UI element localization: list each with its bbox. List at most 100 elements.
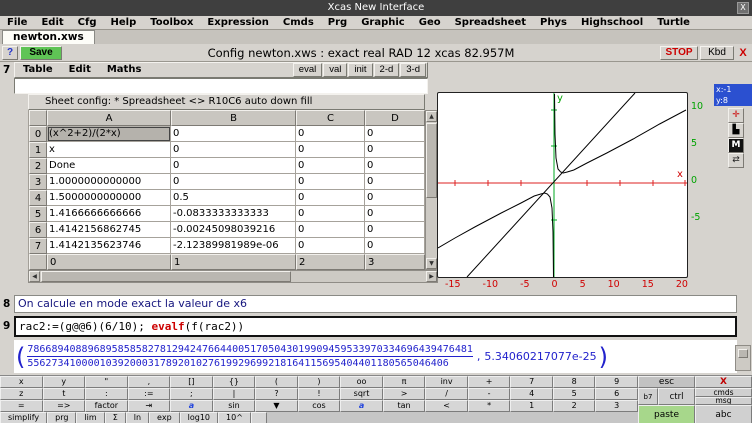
menu-item[interactable]: Expression [200,16,275,29]
save-button[interactable]: Save [20,46,62,60]
zoom-mode-icon[interactable]: ▙ [728,123,744,138]
command-entry[interactable]: rac2:=(g@@6)(6/10); evalf(f(rac2)) [14,316,737,337]
cmds-key[interactable]: cmds [695,388,752,397]
cell-a[interactable]: 1.5000000000000 [47,190,171,206]
sheet-menu-item[interactable]: Table [15,63,61,77]
keyboard-key[interactable]: / [425,388,468,400]
keyboard-key[interactable]: cos [298,400,341,412]
cell-b[interactable]: 0 [171,142,296,158]
graph-menu-button[interactable]: M [728,138,744,153]
cell-d[interactable]: 0 [365,174,425,190]
cell-c[interactable]: 0 [296,206,365,222]
cell-c[interactable]: 0 [296,238,365,254]
sheet-toolbar-button[interactable]: init [348,63,372,77]
keyboard-key[interactable]: 9 [595,376,638,388]
keyboard-key[interactable]: 4 [510,388,553,400]
keyboard-key[interactable]: simplify [0,412,47,423]
cell-a[interactable]: x [47,142,171,158]
cell-d[interactable]: 0 [365,158,425,174]
cell-a[interactable]: 1.4166666666666 [47,206,171,222]
cell-c[interactable]: 0 [296,174,365,190]
level-number-8[interactable]: 8 [3,298,10,310]
menu-item[interactable]: Edit [34,16,70,29]
help-button[interactable]: ? [2,46,18,60]
sheet-menu-item[interactable]: Maths [99,63,150,77]
ctrl-key[interactable]: ctrl [658,388,695,405]
cell-a[interactable]: 1.0000000000000 [47,174,171,190]
sheet-menu-item[interactable]: Edit [61,63,99,77]
keyboard-key[interactable]: > [383,388,426,400]
cell-d[interactable]: 0 [365,238,425,254]
keyboard-key[interactable]: 3 [595,400,638,412]
scroll-up-icon[interactable]: ▲ [426,111,437,122]
cell-d[interactable]: 0 [365,142,425,158]
cell-b[interactable]: -0.0833333333333 [171,206,296,222]
keyboard-close-key[interactable]: X [695,376,752,388]
menu-item[interactable]: Geo [412,16,448,29]
sheet-horizontal-scrollbar[interactable]: ◀ ▶ [28,270,438,283]
cell-c[interactable]: 0 [296,158,365,174]
keyboard-key[interactable]: : [85,388,128,400]
keyboard-key[interactable]: , [128,376,171,388]
cell-d[interactable]: 0 [365,190,425,206]
keyboard-key[interactable]: | [213,388,256,400]
cell-b[interactable]: 0 [171,158,296,174]
column-header-c[interactable]: C [296,110,365,126]
cell-d[interactable]: 0 [365,222,425,238]
keyboard-key[interactable]: * [468,400,511,412]
keyboard-key[interactable]: + [468,376,511,388]
keyboard-key[interactable]: 2 [553,400,596,412]
keyboard-key[interactable]: ) [298,376,341,388]
cell-b[interactable]: 0 [171,174,296,190]
row-header[interactable]: 6 [29,222,47,238]
b7-key[interactable]: b7 [638,388,658,405]
cell-b[interactable]: 0 [171,126,296,142]
menu-item[interactable]: Help [104,16,144,29]
row-header[interactable]: 7 [29,238,47,254]
vertical-scroll-thumb[interactable] [426,123,437,198]
pan-mode-icon[interactable]: ✛ [728,108,744,123]
column-header-d[interactable]: D [365,110,425,126]
kbd-button[interactable]: Kbd [700,46,734,60]
footer-cell[interactable]: 3 [365,254,425,270]
result-output[interactable]: ( 78668940889689585858278129424766440051… [14,340,737,373]
keyboard-key[interactable]: - [468,388,511,400]
row-header-blank[interactable] [29,254,47,270]
menu-item[interactable]: Graphic [354,16,412,29]
keyboard-key[interactable]: < [425,400,468,412]
row-header[interactable]: 2 [29,158,47,174]
keyboard-key[interactable]: prg [47,412,76,423]
menu-item[interactable]: Phys [533,16,574,29]
keyboard-key[interactable]: z [0,388,43,400]
menu-item[interactable]: Highschool [574,16,650,29]
result-scrollbar[interactable] [735,345,751,371]
abc-key[interactable]: abc [695,405,752,423]
msg-key[interactable]: msg [695,397,752,406]
footer-cell[interactable]: 0 [47,254,171,270]
keyboard-key[interactable]: [] [170,376,213,388]
graph-plot[interactable] [437,92,688,278]
cell-c[interactable]: 0 [296,190,365,206]
cell-a[interactable]: (x^2+2)/(2*x) [47,126,171,142]
session-close-button[interactable]: X [736,46,750,60]
keyboard-key[interactable]: {} [213,376,256,388]
comment-entry[interactable]: On calcule en mode exact la valeur de x6 [14,295,737,313]
menu-item[interactable]: File [0,16,34,29]
tab-newton-xws[interactable]: newton.xws [2,30,95,44]
axes-toggle-icon[interactable]: ⇄ [728,153,744,168]
esc-key[interactable]: esc [638,376,695,388]
keyboard-key[interactable]: ⇥ [128,400,171,412]
cell-c[interactable]: 0 [296,142,365,158]
menu-item[interactable]: Turtle [650,16,697,29]
cell-a[interactable]: 1.4142156862745 [47,222,171,238]
keyboard-key[interactable]: := [128,388,171,400]
keyboard-key[interactable]: Σ [105,412,126,423]
keyboard-key[interactable]: " [85,376,128,388]
keyboard-key[interactable]: sin [213,400,256,412]
keyboard-key[interactable]: a [170,400,213,412]
sheet-toolbar-button[interactable]: 2-d [374,63,400,77]
keyboard-key[interactable]: a [340,400,383,412]
keyboard-key[interactable]: 5 [553,388,596,400]
keyboard-key[interactable]: log10 [180,412,218,423]
keyboard-key[interactable]: y [43,376,86,388]
